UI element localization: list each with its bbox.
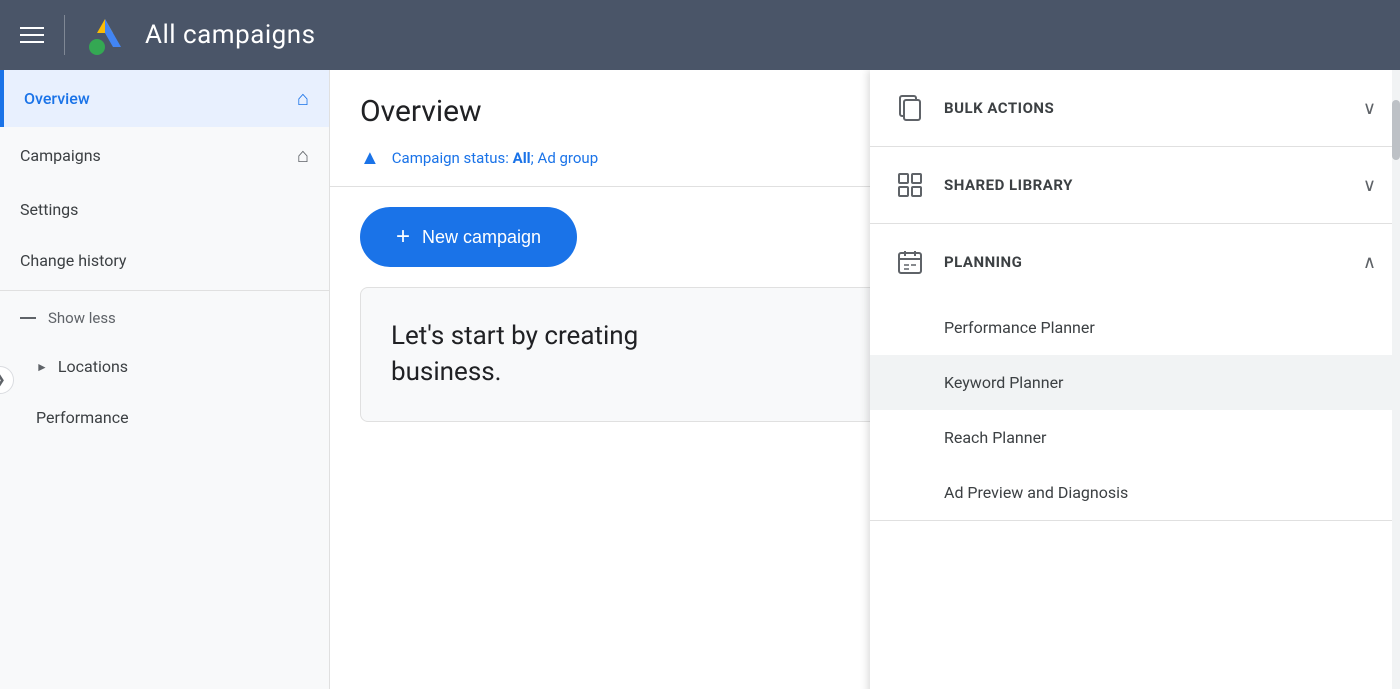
planning-icon [894, 246, 926, 278]
sidebar-item-campaigns[interactable]: Campaigns ⌂ [0, 127, 329, 184]
plus-icon: + [396, 223, 410, 251]
sidebar-item-settings[interactable]: Settings [0, 184, 329, 235]
show-less-label: Show less [48, 309, 116, 327]
new-campaign-label: New campaign [422, 227, 541, 248]
bulk-actions-section: BULK ACTIONS ∨ [870, 70, 1400, 147]
planning-chevron: ∧ [1363, 252, 1376, 273]
shared-library-label: SHARED LIBRARY [944, 176, 1345, 194]
filter-icon[interactable]: ▲ [360, 145, 380, 170]
home-icon: ⌂ [297, 86, 309, 111]
app-header: All campaigns [0, 0, 1400, 70]
performance-planner-label: Performance Planner [944, 318, 1095, 337]
sidebar-item-label: Change history [20, 251, 127, 270]
page-title: All campaigns [145, 20, 316, 50]
main-content: Overview ▲ Campaign status: All; Ad grou… [330, 70, 1400, 689]
bulk-actions-chevron: ∨ [1363, 98, 1376, 119]
google-ads-logo [85, 15, 125, 55]
sidebar-item-change-history[interactable]: Change history [0, 235, 329, 286]
dropdown-panel: BULK ACTIONS ∨ SHARED LIBRARY [870, 70, 1400, 689]
header-divider [64, 15, 65, 55]
sidebar-sub-item-label: Performance [36, 408, 129, 427]
planning-header[interactable]: PLANNING ∧ [870, 224, 1400, 300]
sidebar-item-overview[interactable]: Overview ⌂ [0, 70, 329, 127]
sidebar-item-performance[interactable]: Performance [0, 392, 329, 443]
filter-bold-value: All [513, 149, 531, 167]
filter-label: Campaign status: [392, 149, 513, 167]
new-campaign-button[interactable]: + New campaign [360, 207, 577, 267]
planning-section: PLANNING ∧ Performance Planner Keyword P… [870, 224, 1400, 521]
sidebar-sub-item-label: Locations [58, 357, 128, 376]
shared-library-header[interactable]: SHARED LIBRARY ∨ [870, 147, 1400, 223]
ad-preview-item[interactable]: Ad Preview and Diagnosis [870, 465, 1400, 520]
scrollbar-thumb[interactable] [1392, 100, 1400, 160]
menu-button[interactable] [20, 27, 44, 43]
reach-planner-item[interactable]: Reach Planner [870, 410, 1400, 465]
main-layout: ❯ Overview ⌂ Campaigns ⌂ Settings Change… [0, 70, 1400, 689]
sidebar-divider [0, 290, 329, 291]
show-less-dash-icon [20, 317, 36, 319]
scrollbar-track [1392, 70, 1400, 689]
bulk-actions-header[interactable]: BULK ACTIONS ∨ [870, 70, 1400, 146]
sidebar: ❯ Overview ⌂ Campaigns ⌂ Settings Change… [0, 70, 330, 689]
planning-label: PLANNING [944, 253, 1345, 271]
sidebar-item-label: Overview [24, 89, 90, 108]
keyword-planner-item[interactable]: Keyword Planner [870, 355, 1400, 410]
filter-text: Campaign status: All; Ad group [392, 149, 598, 167]
arrow-icon: ► [36, 360, 48, 374]
bulk-actions-icon [894, 92, 926, 124]
shared-library-chevron: ∨ [1363, 175, 1376, 196]
sidebar-item-label: Settings [20, 200, 78, 219]
shared-library-section: SHARED LIBRARY ∨ [870, 147, 1400, 224]
show-less-button[interactable]: Show less [0, 295, 329, 341]
shared-library-icon [894, 169, 926, 201]
sidebar-item-locations[interactable]: ► Locations [0, 341, 329, 392]
ad-preview-label: Ad Preview and Diagnosis [944, 483, 1128, 502]
keyword-planner-label: Keyword Planner [944, 373, 1063, 392]
home-icon: ⌂ [297, 143, 309, 168]
filter-suffix: ; Ad group [531, 149, 598, 167]
sidebar-item-label: Campaigns [20, 146, 101, 165]
performance-planner-item[interactable]: Performance Planner [870, 300, 1400, 355]
reach-planner-label: Reach Planner [944, 428, 1046, 447]
bulk-actions-label: BULK ACTIONS [944, 99, 1345, 117]
